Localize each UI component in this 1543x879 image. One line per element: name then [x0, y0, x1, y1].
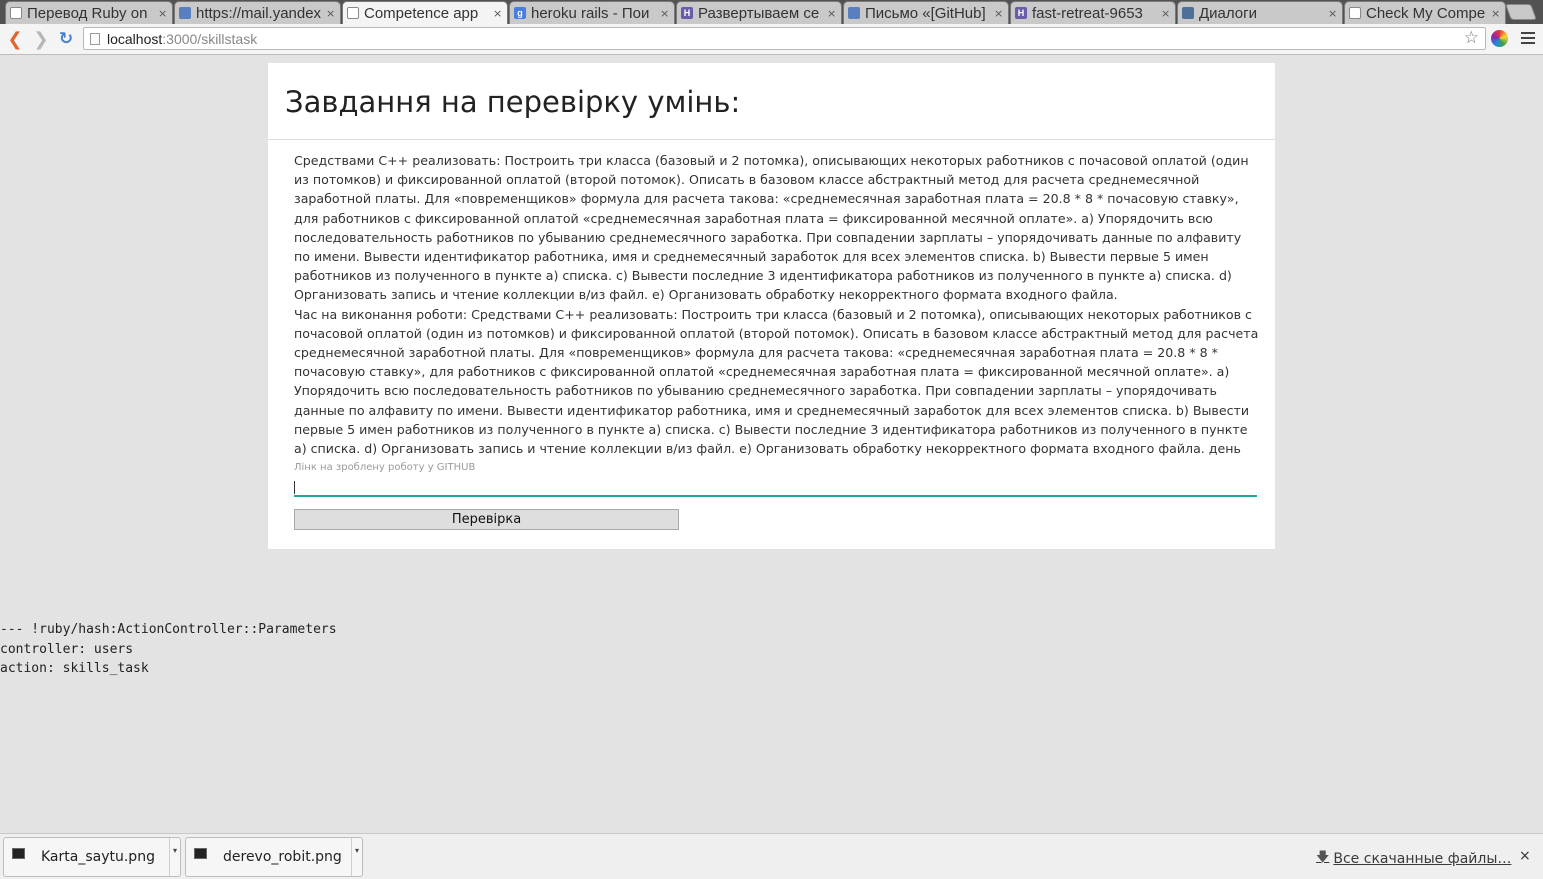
github-link-label: Лінк на зроблену роботу у GITHUB — [294, 462, 476, 474]
close-tab-icon[interactable]: × — [1161, 7, 1171, 20]
page-title: Завдання на перевірку умінь: — [285, 85, 741, 119]
card-header: Завдання на перевірку умінь: — [268, 63, 1275, 140]
close-tab-icon[interactable]: × — [493, 7, 503, 20]
show-all-downloads-link[interactable]: 🡇 Все скачанные файлы… — [1316, 848, 1511, 870]
close-tab-icon[interactable]: × — [994, 7, 1004, 20]
tab-yandex-mail[interactable]: https://mail.yandex × — [174, 1, 341, 24]
close-tab-icon[interactable]: × — [1328, 7, 1338, 20]
heroku-icon: H — [1015, 7, 1027, 19]
tab-github-letter[interactable]: Письмо «[GitHub] × — [843, 1, 1009, 24]
page-icon — [90, 32, 100, 45]
tab-title: heroku rails - Пои — [531, 4, 650, 22]
download-shelf: Karta_saytu.png ▾ derevo_robit.png ▾ 🡇 В… — [0, 833, 1543, 879]
tab-title: Диалоги — [1199, 4, 1257, 22]
text-caret — [294, 481, 295, 494]
tab-title: Competence app — [364, 4, 479, 22]
debug-line: action: skills_task — [0, 661, 149, 677]
document-icon — [347, 7, 359, 19]
mail-icon — [848, 7, 860, 19]
tab-check-my-competence[interactable]: Check My Compe × — [1344, 1, 1506, 24]
document-icon — [1349, 7, 1361, 19]
image-file-icon — [12, 847, 25, 859]
habr-icon: H — [681, 7, 693, 19]
download-filename: derevo_robit.png — [223, 849, 342, 865]
google-icon: g — [514, 7, 526, 19]
card-body: Средствами С++ реализовать: Построить тр… — [268, 140, 1275, 531]
tab-title: fast-retreat-9653 — [1032, 4, 1143, 22]
image-file-icon — [194, 847, 207, 859]
tab-title: Check My Compe — [1366, 4, 1486, 22]
tab-competence-app[interactable]: Competence app × — [342, 1, 508, 24]
tab-dialogi[interactable]: Диалоги × — [1177, 1, 1343, 24]
task-description: Средствами С++ реализовать: Построить тр… — [294, 153, 1249, 303]
mail-icon — [179, 7, 191, 19]
tab-title: Перевод Ruby on — [27, 4, 148, 22]
tab-strip: Перевод Ruby on × https://mail.yandex × … — [0, 0, 1543, 24]
tab-title: Развертываем се — [698, 4, 820, 22]
download-item[interactable]: Karta_saytu.png ▾ — [3, 837, 181, 877]
close-tab-icon[interactable]: × — [827, 7, 837, 20]
color-extension-icon[interactable] — [1491, 30, 1508, 47]
skills-task-card: Завдання на перевірку умінь: Средствами … — [268, 63, 1275, 549]
bookmark-star-icon[interactable]: ☆ — [1464, 28, 1479, 49]
tab-razvertyvaem[interactable]: H Развертываем се × — [676, 1, 842, 24]
document-icon — [10, 7, 22, 19]
tab-perevod-ruby[interactable]: Перевод Ruby on × — [5, 1, 173, 24]
download-menu-chevron-icon[interactable]: ▾ — [169, 838, 180, 876]
close-tab-icon[interactable]: × — [158, 7, 168, 20]
debug-line: controller: users — [0, 641, 134, 657]
tab-title: Письмо «[GitHub] — [865, 4, 986, 22]
tab-heroku-rails[interactable]: g heroku rails - Пои × — [509, 1, 675, 24]
close-tab-icon[interactable]: × — [660, 7, 670, 20]
download-arrow-icon: 🡇 — [1316, 850, 1330, 865]
url-path: :3000/skillstask — [162, 30, 258, 47]
download-filename: Karta_saytu.png — [41, 849, 155, 865]
time-limit-text: Час на виконання роботи: Средствами С++ … — [294, 306, 1259, 457]
forward-arrow-icon[interactable]: ❯ — [30, 28, 52, 50]
back-arrow-icon[interactable]: ❮ — [4, 28, 26, 50]
close-icon[interactable]: × — [1519, 848, 1531, 864]
debug-params: --- !ruby/hash:ActionController::Paramet… — [0, 620, 337, 679]
new-tab-button[interactable] — [1505, 4, 1537, 20]
reload-icon[interactable]: ↻ — [55, 28, 77, 50]
tab-fast-retreat[interactable]: H fast-retreat-9653 × — [1010, 1, 1176, 24]
tab-title: https://mail.yandex — [196, 4, 322, 22]
debug-line: --- !ruby/hash:ActionController::Paramet… — [0, 622, 337, 637]
url-host: localhost — [107, 30, 163, 47]
download-menu-chevron-icon[interactable]: ▾ — [351, 838, 362, 876]
close-tab-icon[interactable]: × — [1491, 7, 1501, 20]
github-link-input[interactable] — [294, 475, 1257, 498]
address-bar[interactable]: localhost:3000/skillstask ☆ — [83, 27, 1486, 50]
close-tab-icon[interactable]: × — [326, 7, 336, 20]
download-item[interactable]: derevo_robit.png ▾ — [185, 837, 363, 877]
check-button[interactable]: Перевірка — [294, 509, 679, 531]
vk-icon — [1182, 7, 1194, 19]
show-all-downloads-label: Все скачанные файлы… — [1333, 851, 1512, 867]
browser-toolbar: ❮ ❯ ↻ localhost:3000/skillstask ☆ — [0, 24, 1543, 55]
menu-icon[interactable] — [1520, 30, 1536, 46]
